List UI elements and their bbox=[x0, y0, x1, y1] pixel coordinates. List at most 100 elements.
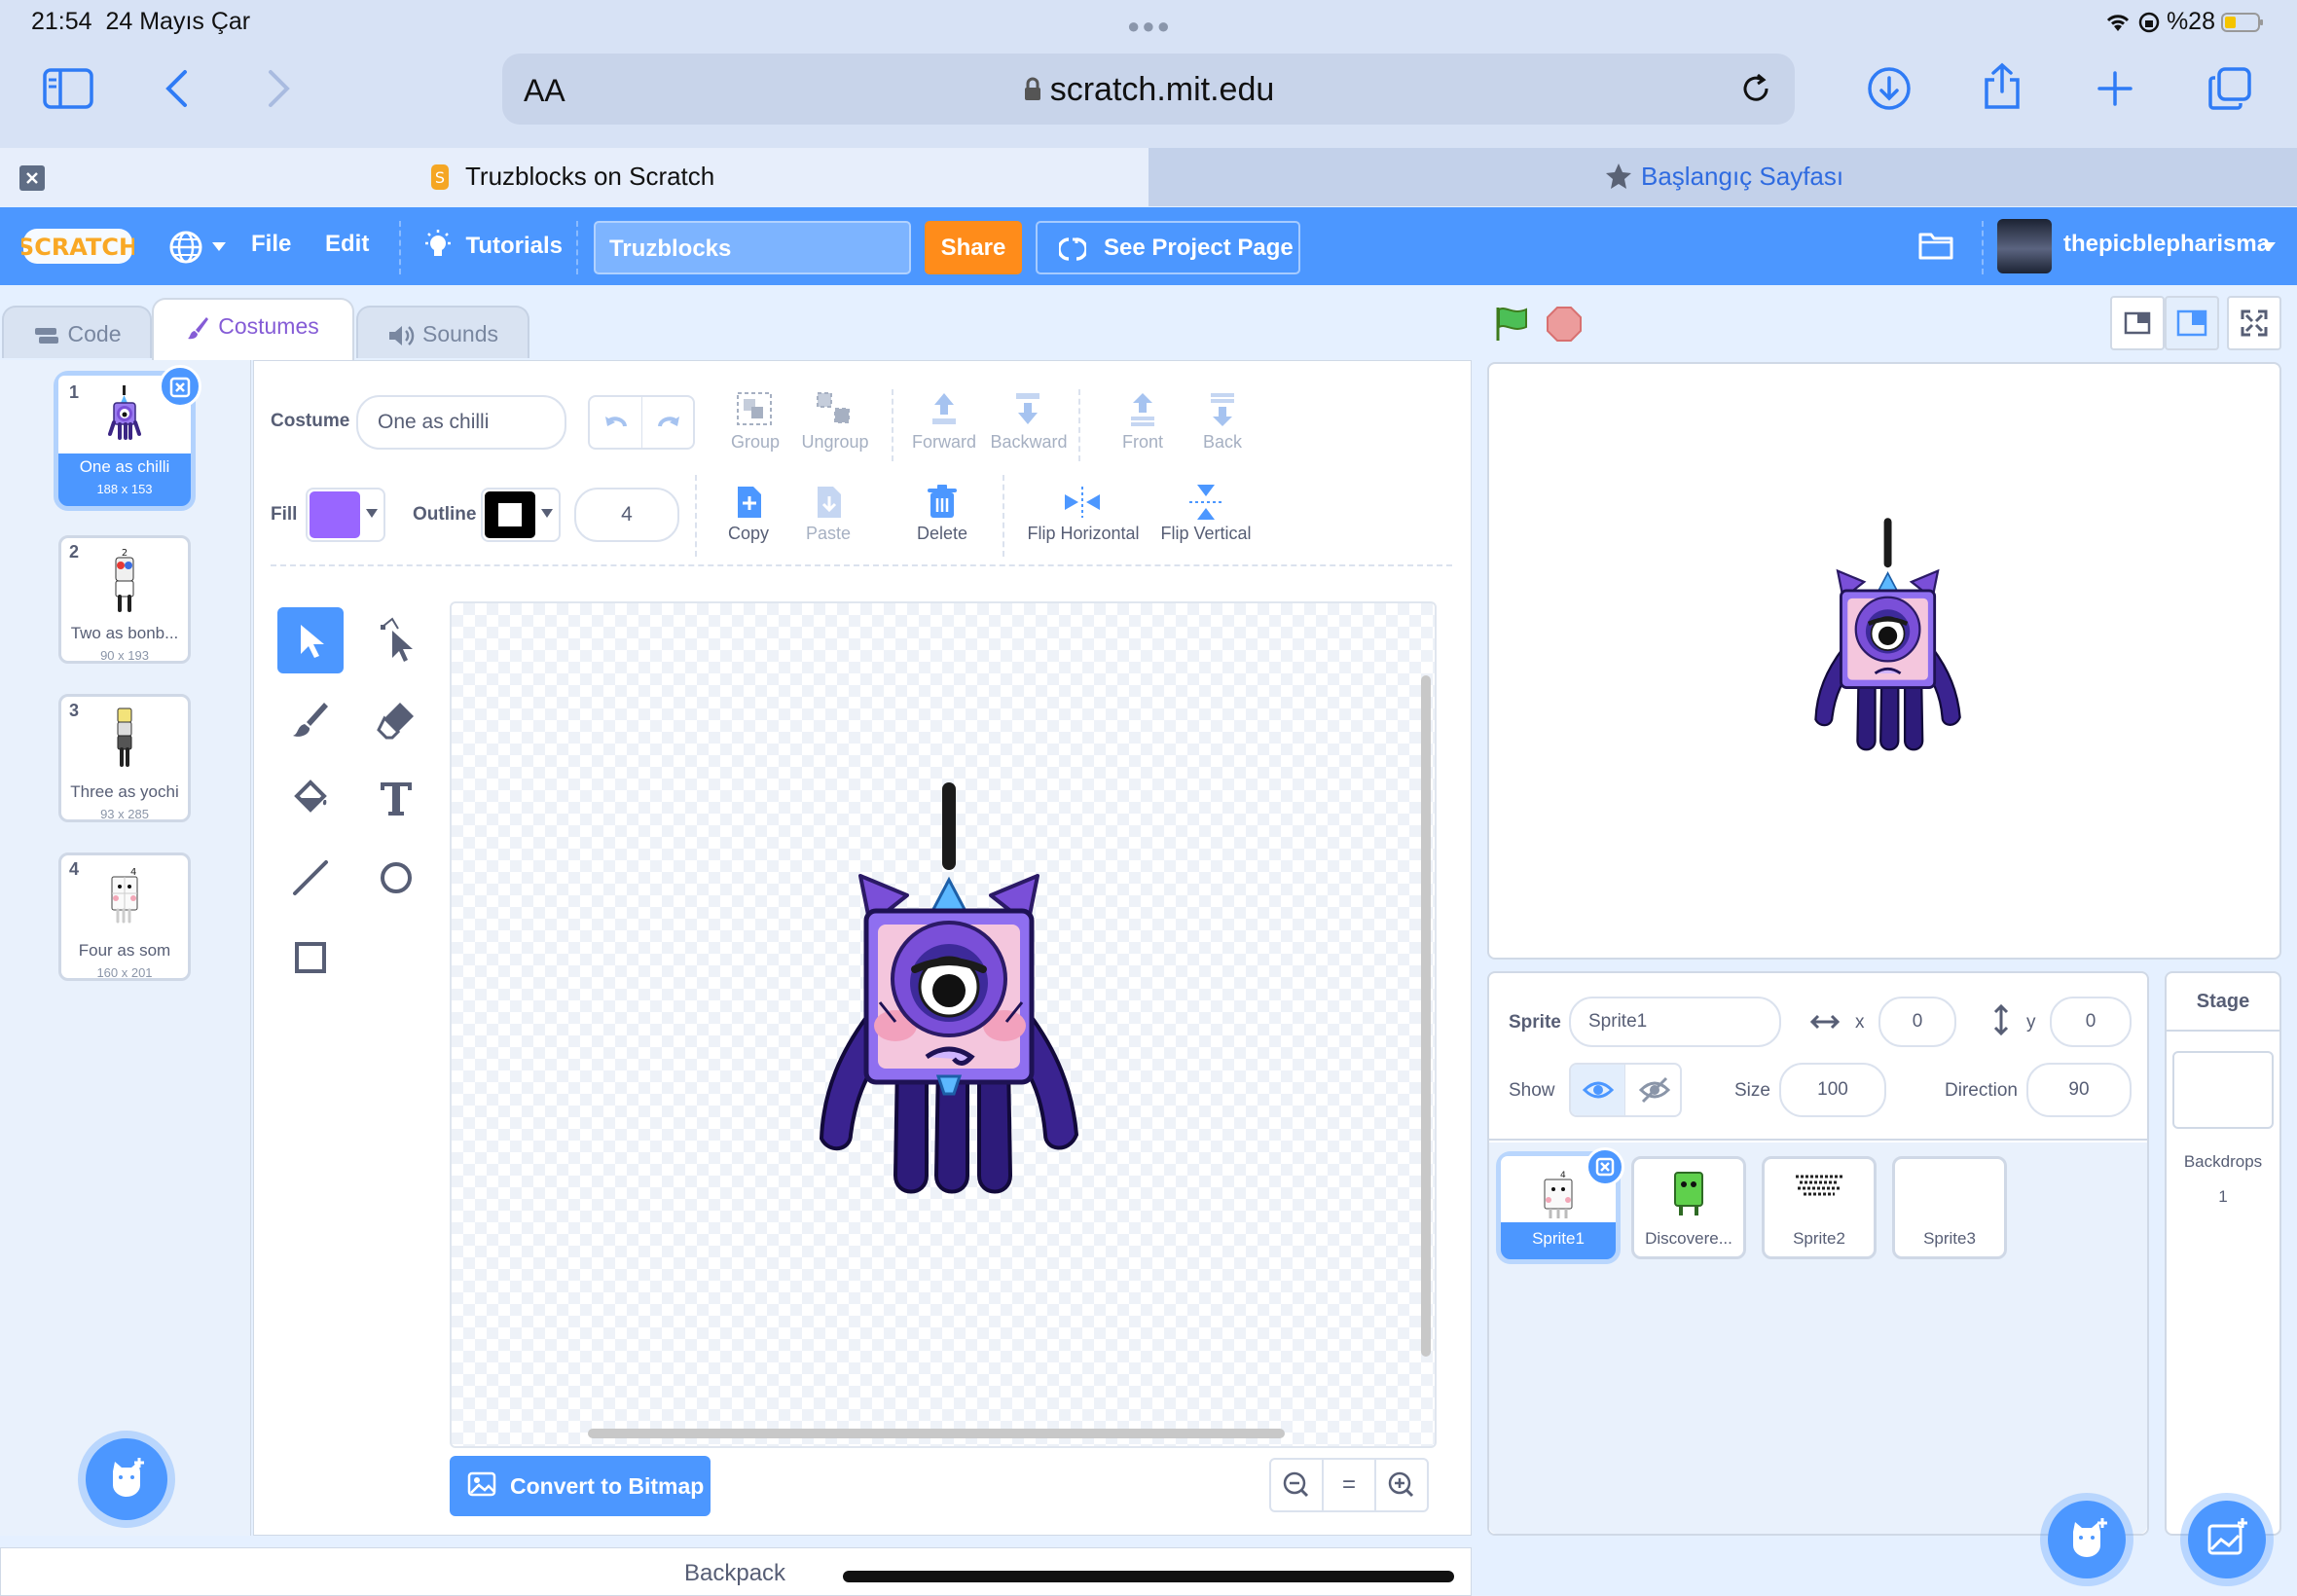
zoom-reset-button[interactable]: = bbox=[1322, 1458, 1376, 1512]
delete-sprite-button[interactable] bbox=[1586, 1147, 1624, 1186]
costume-tile[interactable]: 3 Three as yochi 93 x 285 bbox=[58, 694, 191, 822]
paint-canvas[interactable] bbox=[450, 601, 1437, 1448]
backward-layer-icon[interactable] bbox=[1008, 391, 1047, 428]
caret-down-icon[interactable] bbox=[2262, 242, 2276, 252]
add-backdrop-button[interactable] bbox=[2188, 1501, 2266, 1578]
tab-truzblocks[interactable]: S Truzblocks on Scratch bbox=[0, 148, 1148, 206]
language-menu[interactable] bbox=[167, 229, 227, 266]
select-tool[interactable] bbox=[277, 607, 344, 673]
trash-icon[interactable] bbox=[923, 483, 962, 522]
undo-button[interactable] bbox=[590, 397, 642, 448]
green-flag-button[interactable] bbox=[1493, 306, 1532, 343]
tutorials-menu[interactable]: Tutorials bbox=[422, 229, 563, 264]
paste-icon[interactable] bbox=[810, 483, 849, 522]
url-text[interactable]: scratch.mit.edu bbox=[502, 71, 1795, 109]
add-sprite-button[interactable] bbox=[2048, 1501, 2126, 1578]
ungroup-icon[interactable] bbox=[814, 389, 855, 428]
vertical-scrollbar[interactable] bbox=[1421, 675, 1431, 1357]
costume-tile[interactable]: 2 2 Two as bonb... 90 x 193 bbox=[58, 535, 191, 664]
reshape-tool[interactable] bbox=[363, 607, 429, 673]
share-icon[interactable] bbox=[1982, 62, 2023, 111]
costume-size: 160 x 201 bbox=[96, 965, 153, 980]
sprite-tile[interactable]: Discovere... bbox=[1631, 1156, 1746, 1259]
costume-tile[interactable]: 1 One as chilli 188 x 153 bbox=[58, 365, 201, 506]
username[interactable]: thepicblepharisma bbox=[2063, 231, 2270, 258]
stage-canvas[interactable] bbox=[1487, 362, 2281, 960]
rectangle-tool[interactable] bbox=[277, 925, 344, 991]
caret-down-icon bbox=[212, 242, 227, 252]
back-icon[interactable] bbox=[164, 68, 189, 109]
tab-sounds[interactable]: Sounds bbox=[356, 306, 529, 358]
fullscreen-button[interactable] bbox=[2227, 296, 2281, 350]
brush-tool[interactable] bbox=[277, 687, 344, 753]
zoom-out-button[interactable] bbox=[1269, 1458, 1324, 1512]
sprite-tile[interactable]: Sprite3 bbox=[1892, 1156, 2007, 1259]
outline-color-picker[interactable] bbox=[481, 488, 561, 542]
flip-horizontal-icon[interactable] bbox=[1061, 483, 1104, 522]
delete-costume-button[interactable] bbox=[159, 365, 201, 408]
tab-start-page[interactable]: Başlangıç Sayfası bbox=[1148, 148, 2297, 206]
file-menu[interactable]: File bbox=[251, 231, 291, 258]
forward-icon[interactable] bbox=[267, 68, 292, 109]
eraser-tool[interactable] bbox=[363, 687, 429, 753]
forward-layer-icon[interactable] bbox=[925, 391, 964, 428]
convert-to-bitmap-button[interactable]: Convert to Bitmap bbox=[450, 1456, 711, 1516]
add-costume-button[interactable] bbox=[86, 1438, 167, 1520]
fill-tool[interactable] bbox=[277, 765, 344, 831]
rectangle-icon bbox=[295, 942, 326, 973]
size-input[interactable]: 100 bbox=[1779, 1063, 1886, 1117]
costume-tile[interactable]: 4 4 Four as som 160 x 201 bbox=[58, 852, 191, 981]
sprite-tile[interactable]: 4 Sprite1 bbox=[1501, 1147, 1624, 1259]
reload-icon[interactable] bbox=[1738, 71, 1773, 106]
outline-width-input[interactable]: 4 bbox=[574, 488, 679, 542]
x-input[interactable]: 0 bbox=[1878, 997, 1956, 1047]
close-tab-icon[interactable] bbox=[19, 165, 45, 191]
flip-vertical-icon[interactable] bbox=[1185, 483, 1226, 522]
address-bar[interactable]: AA scratch.mit.edu bbox=[502, 54, 1795, 125]
zoom-in-button[interactable] bbox=[1374, 1458, 1429, 1512]
y-input[interactable]: 0 bbox=[2050, 997, 2132, 1047]
sidebar-toggle-icon[interactable] bbox=[43, 68, 93, 109]
tab-code[interactable]: Code bbox=[2, 306, 152, 358]
fill-color-picker[interactable] bbox=[306, 488, 385, 542]
my-stuff-folder-icon[interactable] bbox=[1917, 229, 1954, 262]
stage-selector[interactable]: Stage Backdrops 1 bbox=[2165, 971, 2281, 1536]
new-tab-icon[interactable] bbox=[2096, 70, 2133, 107]
line-tool[interactable] bbox=[277, 845, 344, 911]
show-visible-button[interactable] bbox=[1571, 1065, 1625, 1115]
front-layer-icon[interactable] bbox=[1123, 391, 1162, 428]
small-stage-button[interactable] bbox=[2110, 296, 2165, 350]
see-project-page-button[interactable]: See Project Page bbox=[1036, 221, 1300, 274]
costume-size: 188 x 153 bbox=[96, 482, 153, 496]
flip-vertical-label: Flip Vertical bbox=[1160, 524, 1252, 543]
home-indicator[interactable] bbox=[843, 1571, 1454, 1582]
project-title-input[interactable]: Truzblocks bbox=[594, 221, 911, 274]
download-icon[interactable] bbox=[1867, 66, 1912, 111]
sprite-name-input[interactable]: Sprite1 bbox=[1569, 997, 1781, 1047]
circle-tool[interactable] bbox=[363, 845, 429, 911]
multitask-dots[interactable]: ●●● bbox=[1127, 14, 1172, 39]
text-tool[interactable] bbox=[363, 765, 429, 831]
avatar[interactable] bbox=[1997, 219, 2052, 273]
lock-rotation-icon bbox=[2137, 11, 2161, 34]
group-icon[interactable] bbox=[734, 389, 775, 428]
show-hidden-button[interactable] bbox=[1627, 1065, 1680, 1115]
stage-sprite[interactable] bbox=[1805, 516, 1970, 775]
redo-button[interactable] bbox=[642, 397, 695, 448]
share-button[interactable]: Share bbox=[925, 221, 1022, 274]
copy-icon[interactable] bbox=[730, 483, 769, 522]
costume-name-input[interactable]: One as chilli bbox=[356, 395, 566, 450]
backdrop-thumbnail[interactable] bbox=[2172, 1051, 2274, 1129]
stop-button[interactable] bbox=[1546, 306, 1583, 343]
tabs-overview-icon[interactable] bbox=[2207, 66, 2252, 111]
edit-menu[interactable]: Edit bbox=[325, 231, 369, 258]
globe-icon bbox=[167, 229, 204, 266]
direction-input[interactable]: 90 bbox=[2026, 1063, 2132, 1117]
sprite-name: Sprite1 bbox=[1532, 1229, 1585, 1248]
scratch-logo[interactable]: SCRATCH bbox=[21, 225, 134, 268]
normal-stage-button[interactable] bbox=[2165, 296, 2219, 350]
sprite-tile[interactable]: Sprite2 bbox=[1762, 1156, 1877, 1259]
back-layer-icon[interactable] bbox=[1203, 391, 1242, 428]
tab-costumes[interactable]: Costumes bbox=[152, 298, 354, 360]
horizontal-scrollbar[interactable] bbox=[588, 1429, 1285, 1438]
